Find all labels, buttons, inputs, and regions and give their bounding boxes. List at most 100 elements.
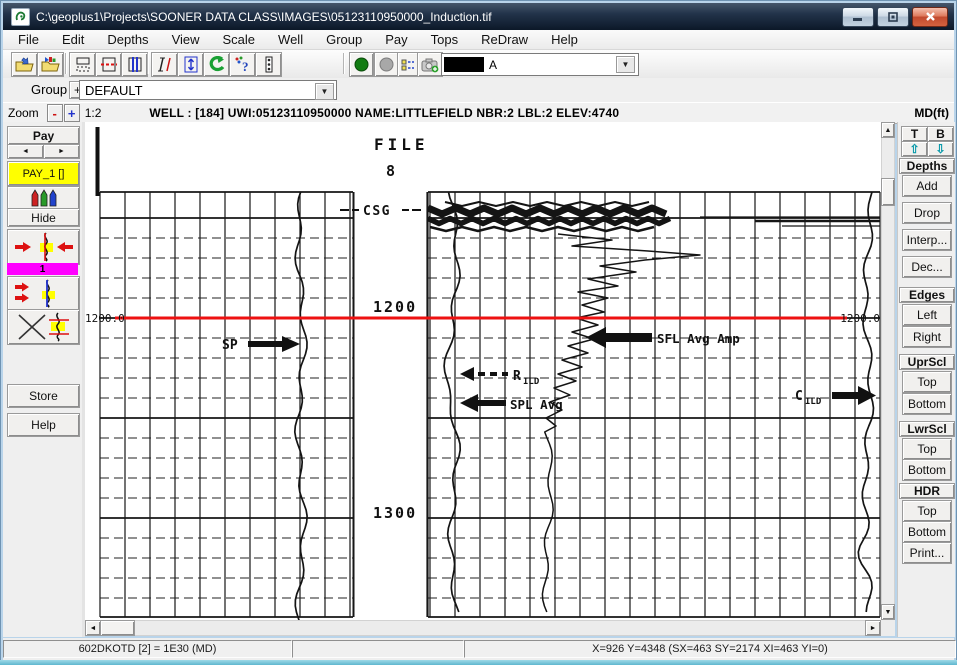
undo-arrow-icon[interactable] [203,52,230,77]
skew-lines-icon[interactable] [151,52,178,77]
sfl-arrow-icon [586,327,652,348]
menu-bar: File Edit Depths View Scale Well Group P… [3,30,954,50]
depths-interp-button[interactable]: Interp... [902,229,952,251]
dotted-bar-icon[interactable] [255,52,282,77]
hdr-print-button[interactable]: Print... [902,542,952,564]
pay-next-button[interactable]: ► [43,144,80,159]
vertical-scrollbar[interactable]: ▲ ▼ [881,122,895,620]
menu-depths[interactable]: Depths [104,31,151,48]
section-header-hdr: HDR [899,483,955,499]
scroll-up-icon[interactable]: ▲ [881,122,895,138]
rect-dashed-icon[interactable] [69,52,96,77]
section-header-depths: Depths [899,158,955,174]
cild-label-main: C [795,389,803,404]
camera-plus-icon[interactable] [417,52,443,77]
info-bar: Zoom - + 1:2 WELL : [184] UWI:0512311095… [3,102,954,124]
svg-text:?: ? [242,59,249,73]
help-button[interactable]: Help [7,413,80,437]
pay-panel: Pay ◄ ► PAY_1 [] Hide 1 Store Help [3,122,83,637]
minimize-button[interactable] [842,7,874,27]
crayons-icon[interactable] [7,186,80,210]
csg-label: CSG [363,204,391,219]
layer-combo-arrow-icon[interactable]: ▼ [616,56,635,73]
title-bar[interactable]: C:\geoplus1\Projects\SOONER DATA CLASS\I… [3,3,954,30]
sfl-label: SFL Avg Amp [657,331,740,346]
menu-scale[interactable]: Scale [220,31,259,48]
depths-dec-button[interactable]: Dec... [902,256,952,278]
pick-depth-icon[interactable] [7,229,80,265]
edges-right-button[interactable]: Right [902,326,952,348]
edges-left-button[interactable]: Left [902,304,952,326]
rect-blue-bars-icon[interactable] [121,52,148,77]
group-label: Group [31,82,67,97]
hide-button[interactable]: Hide [7,208,80,227]
scroll-top-icon[interactable]: ⇧ [901,141,928,157]
units-label: MD(ft) [914,106,949,120]
status-curve-value: 602DKOTD [2] = 1E30 (MD) [3,640,292,658]
open-folder-icon[interactable] [11,52,38,77]
red-line-label-right: 1200.0 [840,312,880,325]
zoom-out-button[interactable]: - [47,104,63,122]
restore-button[interactable] [877,7,909,27]
green-circle-icon[interactable] [349,52,374,77]
horizontal-scrollbar-thumb[interactable] [100,620,135,636]
rild-label-sub: ILD [523,377,540,387]
toolbar: ? A ▼ [3,50,954,78]
close-button[interactable] [912,7,948,27]
depths-add-button[interactable]: Add [902,175,952,197]
section-header-lwrscl: LwrScl [899,421,955,437]
scroll-bottom-icon[interactable]: ⇩ [927,141,954,157]
depths-panel: T B ⇧ ⇩ Depths Add Drop Interp... Dec...… [897,122,955,637]
menu-file[interactable]: File [15,31,42,48]
menu-help[interactable]: Help [548,31,581,48]
pay-button[interactable]: Pay [7,126,80,145]
menu-group[interactable]: Group [323,31,365,48]
uprscl-top-button[interactable]: Top [902,371,952,393]
vertical-scrollbar-thumb[interactable] [881,178,895,206]
window-bottom-edge [0,660,957,665]
top-button[interactable]: T [901,126,928,142]
menu-well[interactable]: Well [275,31,306,48]
group-combo-arrow-icon[interactable]: ▼ [315,83,334,100]
layer-combo[interactable]: A ▼ [441,53,639,76]
bottom-button[interactable]: B [927,126,954,142]
status-coordinates: X=926 Y=4348 (SX=463 SY=2174 XI=463 YI=0… [464,640,956,658]
lwrscl-bottom-button[interactable]: Bottom [902,459,952,481]
gray-circle-icon[interactable] [374,52,399,77]
group-bar: Group + DEFAULT ▼ [3,78,954,103]
menu-view[interactable]: View [169,31,203,48]
help-sparkle-icon[interactable]: ? [229,52,256,77]
rect-red-line-icon[interactable] [95,52,122,77]
status-bar: 602DKOTD [2] = 1E30 (MD) X=926 Y=4348 (S… [3,638,954,660]
store-button[interactable]: Store [7,384,80,408]
menu-edit[interactable]: Edit [59,31,87,48]
zoom-in-button[interactable]: + [64,104,80,122]
log-canvas[interactable]: FILE 8 CSG 1200 1300 1200.0 1200.0 SP SF… [85,122,881,620]
app-window: C:\geoplus1\Projects\SOONER DATA CLASS\I… [0,0,957,665]
horizontal-scrollbar[interactable]: ◄ ► [85,620,881,636]
scroll-left-icon[interactable]: ◄ [85,620,101,636]
group-combo[interactable]: DEFAULT ▼ [79,80,337,100]
delete-depth-icon[interactable] [7,309,80,345]
menu-tops[interactable]: Tops [428,31,461,48]
depths-drop-button[interactable]: Drop [902,202,952,224]
folder-chart-icon[interactable] [37,52,64,77]
pay-prev-button[interactable]: ◄ [7,144,44,159]
section-header-edges: Edges [899,287,955,303]
spl-label: SPL Avg [510,397,563,412]
hdr-bottom-button[interactable]: Bottom [902,521,952,543]
red-line-label-left: 1200.0 [85,312,125,325]
lwrscl-top-button[interactable]: Top [902,438,952,460]
log-header-8: 8 [386,162,395,180]
shift-depth-icon[interactable] [7,276,80,311]
menu-pay[interactable]: Pay [382,31,410,48]
scrollbar-corner [881,620,895,636]
hdr-top-button[interactable]: Top [902,500,952,522]
menu-redraw[interactable]: ReDraw [478,31,531,48]
scroll-down-icon[interactable]: ▼ [881,604,895,620]
uprscl-bottom-button[interactable]: Bottom [902,393,952,415]
fit-height-icon[interactable] [177,52,204,77]
layer-number-strip[interactable]: 1 [7,263,78,275]
scroll-right-icon[interactable]: ► [865,620,881,636]
pay-item-button[interactable]: PAY_1 [] [7,161,80,186]
